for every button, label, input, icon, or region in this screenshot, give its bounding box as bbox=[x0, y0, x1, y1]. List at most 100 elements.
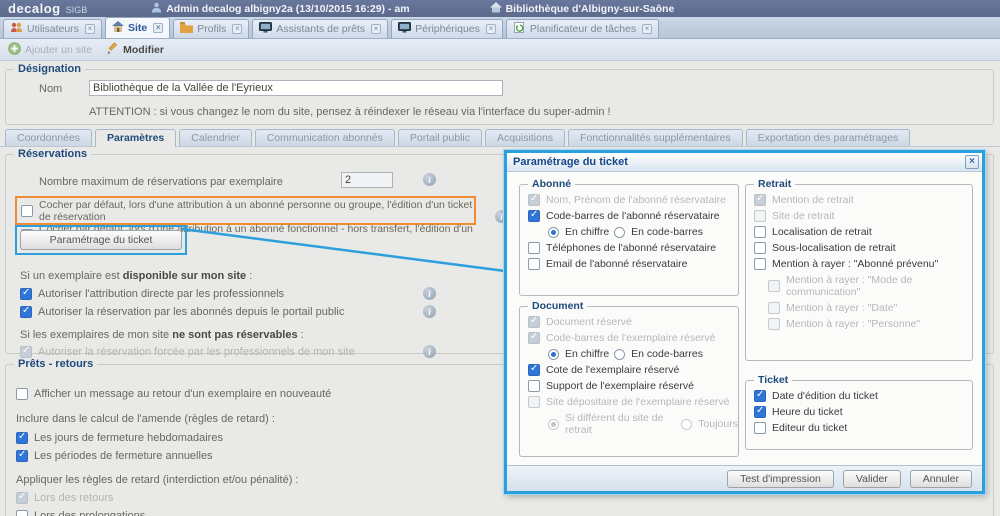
option-row: Mention à rayer : "Abonné prévenu" bbox=[754, 258, 972, 270]
checkbox-label: Autoriser la réservation par les abonnés… bbox=[38, 306, 344, 318]
checkbox[interactable] bbox=[754, 390, 766, 402]
option-row: Les périodes de fermeture annuelles bbox=[16, 450, 213, 462]
checkbox-label: Heure du ticket bbox=[772, 406, 843, 418]
radio[interactable] bbox=[614, 227, 625, 238]
subtab-exportation-des-parametrages[interactable]: Exportation des paramétrages bbox=[746, 129, 911, 146]
close-icon[interactable]: × bbox=[153, 23, 163, 33]
checkbox[interactable] bbox=[528, 242, 540, 254]
checkbox-label: Site dépositaire de l'exemplaire réservé bbox=[546, 396, 730, 408]
checkbox-label: Localisation de retrait bbox=[772, 226, 872, 238]
checkbox[interactable] bbox=[20, 306, 32, 318]
tab-label: Assistants de prêts bbox=[276, 23, 365, 35]
checkbox-label: Support de l'exemplaire réservé bbox=[546, 380, 694, 392]
checkbox bbox=[754, 210, 766, 222]
users-icon bbox=[10, 22, 23, 36]
info-icon[interactable]: i bbox=[423, 173, 436, 186]
valider-button[interactable]: Valider bbox=[843, 470, 901, 488]
checkbox[interactable] bbox=[528, 364, 540, 376]
close-icon[interactable]: × bbox=[965, 155, 979, 169]
tab-utilisateurs[interactable]: Utilisateurs × bbox=[3, 19, 102, 38]
folder-icon bbox=[180, 22, 193, 36]
tab-assistants-de-prets[interactable]: Assistants de prêts × bbox=[252, 19, 388, 38]
option-row: Date d'édition du ticket bbox=[754, 390, 972, 402]
tab-label: Profils bbox=[197, 23, 226, 35]
close-icon[interactable]: × bbox=[642, 24, 652, 34]
radio-label: En chiffre bbox=[565, 226, 609, 238]
subtab-acquisitions[interactable]: Acquisitions bbox=[485, 129, 565, 146]
subtab-portail-public[interactable]: Portail public bbox=[398, 129, 482, 146]
close-icon[interactable]: × bbox=[232, 24, 242, 34]
subtab-calendrier[interactable]: Calendrier bbox=[179, 129, 251, 146]
option-row: Heure du ticket bbox=[754, 406, 972, 418]
abonne-legend: Abonné bbox=[528, 178, 575, 190]
tab-profils[interactable]: Profils × bbox=[173, 19, 249, 38]
radio[interactable] bbox=[548, 227, 559, 238]
checkbox[interactable] bbox=[754, 406, 766, 418]
option-row: Mention de retrait bbox=[754, 194, 972, 206]
checkbox[interactable] bbox=[528, 210, 540, 222]
checkbox bbox=[528, 396, 540, 408]
ticket-fieldset: Ticket Date d'édition du ticket Heure du… bbox=[745, 374, 973, 450]
checkbox[interactable] bbox=[754, 242, 766, 254]
checkbox-label: Sous-localisation de retrait bbox=[772, 242, 896, 254]
subtab-coordonnees[interactable]: Coordonnées bbox=[5, 129, 92, 146]
option-row: Editeur du ticket bbox=[754, 422, 972, 434]
checkbox[interactable] bbox=[754, 258, 766, 270]
radio[interactable] bbox=[548, 349, 559, 360]
parametrage-ticket-button[interactable]: Paramétrage du ticket bbox=[20, 230, 182, 250]
checkbox[interactable] bbox=[528, 380, 540, 392]
checkbox[interactable] bbox=[16, 450, 28, 462]
close-icon[interactable]: × bbox=[486, 24, 496, 34]
checkbox-label: Code-barres de l'abonné réservataire bbox=[546, 210, 720, 222]
option-row: Lors des prolongations bbox=[16, 510, 145, 516]
checkbox bbox=[20, 346, 32, 358]
radio-label: En code-barres bbox=[631, 226, 703, 238]
checkbox-label: Mention à rayer : "Abonné prévenu" bbox=[772, 258, 938, 270]
checkbox-label: Document réservé bbox=[546, 316, 632, 328]
checkbox[interactable] bbox=[754, 226, 766, 238]
info-icon[interactable]: i bbox=[423, 287, 436, 300]
option-row: Localisation de retrait bbox=[754, 226, 972, 238]
amende-heading: Inclure dans le calcul de l'amende (règl… bbox=[16, 413, 275, 425]
max-reservations-input[interactable] bbox=[341, 172, 393, 188]
tab-planificateur-de-taches[interactable]: Planificateur de tâches × bbox=[506, 19, 659, 38]
checkbox-label: Date d'édition du ticket bbox=[772, 390, 878, 402]
checkbox[interactable] bbox=[754, 422, 766, 434]
test-impression-button[interactable]: Test d'impression bbox=[727, 470, 834, 488]
tab-site[interactable]: Site × bbox=[105, 17, 170, 38]
app-window: decalog SIGB Admin decalog albigny2a (13… bbox=[0, 0, 1000, 516]
close-icon[interactable]: × bbox=[371, 24, 381, 34]
info-icon[interactable]: i bbox=[423, 345, 436, 358]
annuler-button[interactable]: Annuler bbox=[910, 470, 972, 488]
checkbox-label: Mention de retrait bbox=[772, 194, 854, 206]
checkbox[interactable] bbox=[16, 388, 28, 400]
option-row: Code-barres de l'exemplaire réservé bbox=[528, 332, 738, 344]
main-tabbar: Utilisateurs × Site × Profils × Assistan… bbox=[0, 17, 1000, 39]
dialog-titlebar[interactable]: Paramétrage du ticket × bbox=[507, 153, 982, 172]
close-icon[interactable]: × bbox=[85, 24, 95, 34]
radio-label: En code-barres bbox=[631, 348, 703, 360]
dialog-title: Paramétrage du ticket bbox=[513, 156, 628, 168]
checkbox-label: Autoriser l'attribution directe par les … bbox=[38, 288, 284, 300]
checkbox[interactable] bbox=[16, 510, 28, 516]
checkbox[interactable] bbox=[16, 432, 28, 444]
checkbox-label: Les périodes de fermeture annuelles bbox=[34, 450, 213, 462]
radio-option: Si différent du site de retrait bbox=[548, 412, 669, 436]
document-legend: Document bbox=[528, 300, 587, 312]
subtab-communication-abonnes[interactable]: Communication abonnés bbox=[255, 129, 395, 146]
info-icon[interactable]: i bbox=[423, 305, 436, 318]
nom-input[interactable] bbox=[89, 80, 503, 96]
subtab-parametres[interactable]: Paramètres bbox=[95, 129, 176, 147]
option-row: Site de retrait bbox=[754, 210, 972, 222]
checkbox[interactable] bbox=[20, 288, 32, 300]
modify-button[interactable]: Modifier bbox=[106, 42, 164, 58]
checkbox[interactable] bbox=[528, 258, 540, 270]
radio[interactable] bbox=[614, 349, 625, 360]
tab-peripheriques[interactable]: Périphériques × bbox=[391, 19, 503, 38]
subtab-fonctionnalites-supplementaires[interactable]: Fonctionnalités supplémentaires bbox=[568, 129, 743, 146]
document-fieldset: Document Document réservé Code-barres de… bbox=[519, 300, 739, 457]
option-row: Document réservé bbox=[528, 316, 738, 328]
app-logo: decalog SIGB bbox=[8, 1, 87, 16]
monitor-icon bbox=[259, 22, 272, 36]
checkbox[interactable] bbox=[21, 205, 33, 217]
